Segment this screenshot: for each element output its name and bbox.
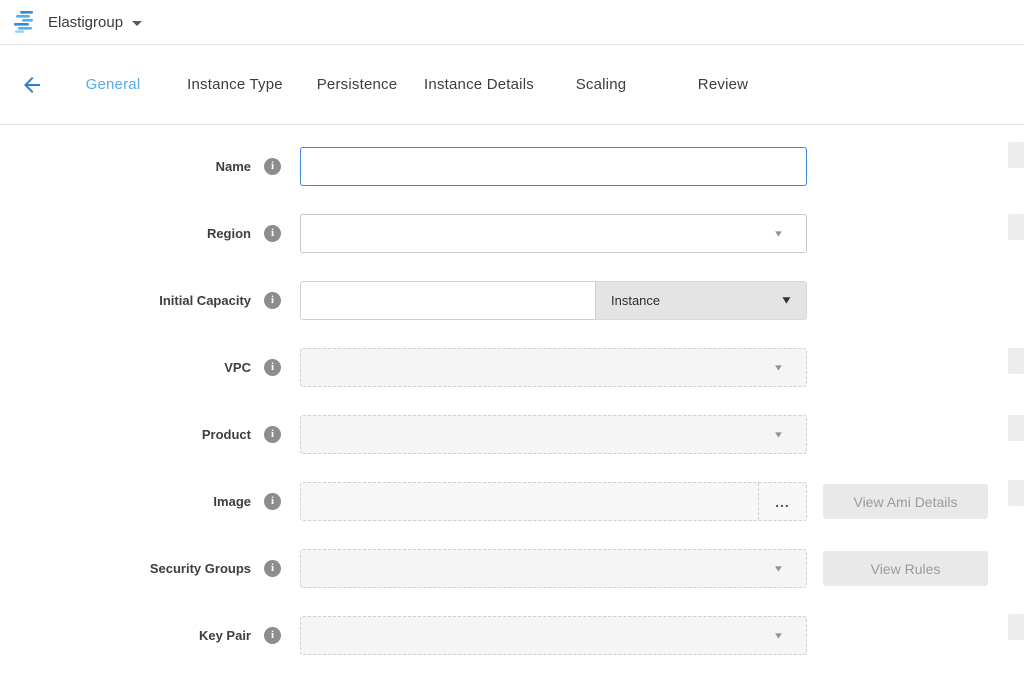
wizard-tabbar: General Instance Type Persistence Instan…	[0, 45, 1024, 125]
info-icon[interactable]: i	[264, 225, 281, 242]
general-settings-form: Name i Region i ▼ Initial Capacity	[0, 125, 1024, 655]
view-rules-button[interactable]: View Rules	[823, 551, 988, 586]
info-icon[interactable]: i	[264, 560, 281, 577]
info-icon[interactable]: i	[264, 426, 281, 443]
form-row-vpc: VPC i ▼	[0, 348, 1024, 387]
capacity-unit-value: Instance	[611, 293, 660, 308]
cropped-edge-element	[1008, 480, 1024, 506]
vpc-select: ▼	[300, 348, 807, 387]
initial-capacity-input[interactable]	[300, 281, 596, 320]
capacity-unit-select[interactable]: Instance ▼	[596, 281, 807, 320]
security-groups-select: ▼	[300, 549, 807, 588]
chevron-down-icon: ▼	[773, 564, 784, 573]
vpc-label: VPC	[224, 360, 251, 375]
tab-general[interactable]: General	[52, 76, 174, 93]
security-groups-label: Security Groups	[150, 561, 251, 576]
cropped-edge-element	[1008, 614, 1024, 640]
cropped-edge-element	[1008, 214, 1024, 240]
app-header: Elastigroup	[0, 0, 1024, 45]
info-icon[interactable]: i	[264, 627, 281, 644]
image-input-disabled: ...	[300, 482, 807, 521]
form-row-product: Product i ▼	[0, 415, 1024, 454]
product-label: Product	[202, 427, 251, 442]
tab-instance-details[interactable]: Instance Details	[418, 76, 540, 93]
name-input[interactable]	[300, 147, 807, 186]
form-row-key-pair: Key Pair i ▼	[0, 616, 1024, 655]
image-browse-button[interactable]: ...	[758, 483, 806, 520]
key-pair-select: ▼	[300, 616, 807, 655]
elastigroup-create-wizard: Elastigroup General Instance Type Persis…	[0, 0, 1024, 688]
region-select[interactable]: ▼	[300, 214, 807, 253]
info-icon[interactable]: i	[264, 359, 281, 376]
info-icon[interactable]: i	[264, 493, 281, 510]
back-arrow-icon[interactable]	[20, 73, 44, 97]
chevron-down-icon: ▼	[773, 430, 784, 439]
product-select: ▼	[300, 415, 807, 454]
chevron-down-icon: ▼	[780, 295, 794, 306]
wizard-tabs: General Instance Type Persistence Instan…	[52, 76, 784, 93]
app-title[interactable]: Elastigroup	[48, 14, 123, 31]
chevron-down-icon[interactable]	[132, 21, 142, 26]
image-label: Image	[213, 494, 251, 509]
chevron-down-icon: ▼	[773, 229, 784, 238]
tab-review[interactable]: Review	[662, 76, 784, 93]
cropped-edge-element	[1008, 415, 1024, 441]
chevron-down-icon: ▼	[773, 631, 784, 640]
initial-capacity-label: Initial Capacity	[159, 293, 251, 308]
tab-scaling[interactable]: Scaling	[540, 76, 662, 93]
form-row-image: Image i ... View Ami Details	[0, 482, 1024, 521]
form-row-name: Name i	[0, 147, 1024, 186]
elastigroup-logo-icon	[14, 11, 38, 33]
tab-instance-type[interactable]: Instance Type	[174, 76, 296, 93]
form-row-initial-capacity: Initial Capacity i Instance ▼	[0, 281, 1024, 320]
cropped-edge-element	[1008, 142, 1024, 168]
key-pair-label: Key Pair	[199, 628, 251, 643]
name-label: Name	[216, 159, 251, 174]
cropped-edge-element	[1008, 348, 1024, 374]
info-icon[interactable]: i	[264, 158, 281, 175]
info-icon[interactable]: i	[264, 292, 281, 309]
view-ami-details-button[interactable]: View Ami Details	[823, 484, 988, 519]
form-row-security-groups: Security Groups i ▼ View Rules	[0, 549, 1024, 588]
region-label: Region	[207, 226, 251, 241]
chevron-down-icon: ▼	[773, 363, 784, 372]
form-row-region: Region i ▼	[0, 214, 1024, 253]
tab-persistence[interactable]: Persistence	[296, 76, 418, 93]
